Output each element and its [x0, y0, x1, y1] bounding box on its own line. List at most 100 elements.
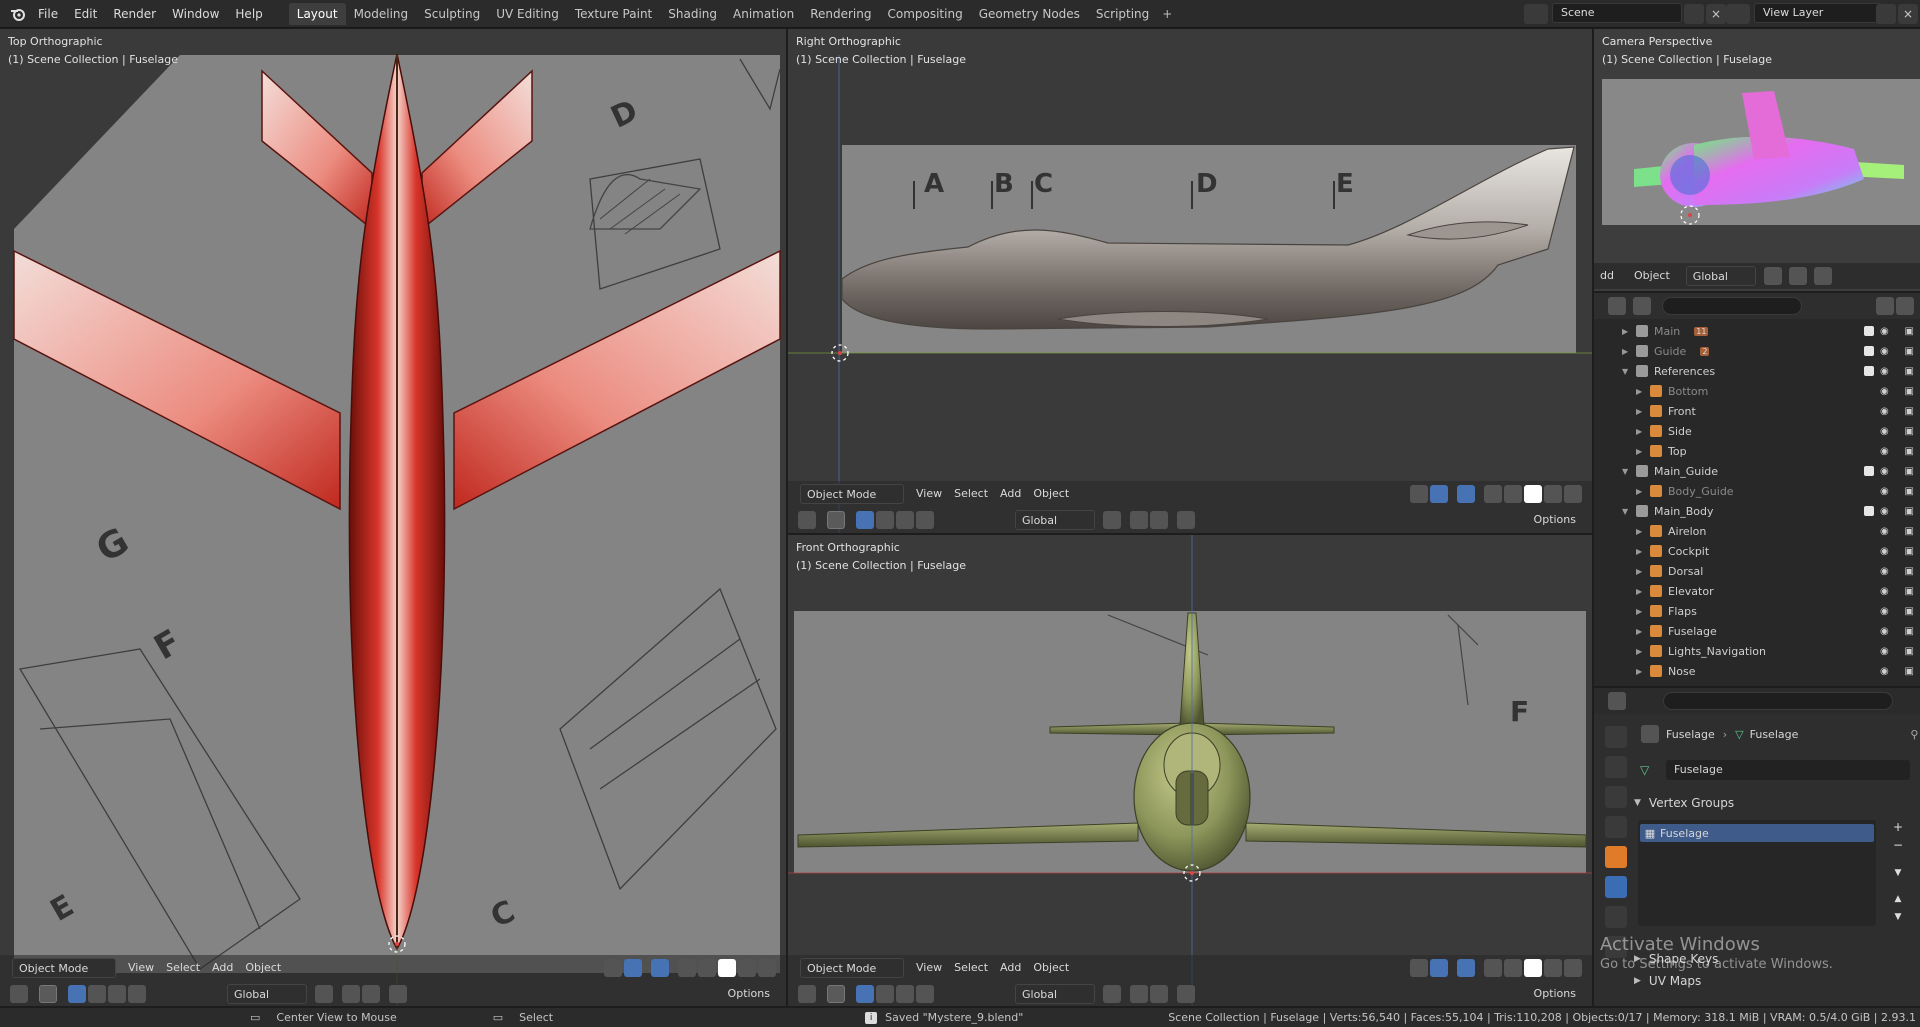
expand-arrow-icon[interactable]: ▶	[1636, 607, 1646, 616]
expand-arrow-icon[interactable]: ▶	[1636, 407, 1646, 416]
shading-material-icon[interactable]	[1544, 485, 1562, 503]
camera-icon[interactable]: ▣	[1905, 566, 1914, 577]
camera-icon[interactable]: ▣	[1905, 666, 1914, 677]
orientation-dropdown[interactable]: Global	[1685, 266, 1756, 286]
eye-icon[interactable]: ◉	[1880, 506, 1889, 517]
exclude-checkbox[interactable]	[1864, 366, 1874, 376]
select-tool-icon[interactable]	[827, 511, 845, 529]
eye-icon[interactable]: ◉	[1880, 466, 1889, 477]
eye-icon[interactable]: ◉	[1880, 326, 1889, 337]
shading-rendered-icon[interactable]	[1564, 959, 1582, 977]
viewport-right[interactable]: A B C D E Right Orthographic (1) Scene C…	[788, 29, 1592, 533]
eye-icon[interactable]: ◉	[1880, 346, 1889, 357]
pin-icon[interactable]: ⚲	[1910, 728, 1918, 741]
exclude-checkbox[interactable]	[1864, 326, 1874, 336]
select-mode-new-icon[interactable]	[68, 985, 86, 1003]
menu-select[interactable]: Select	[948, 484, 994, 504]
select-mode-intersect-icon[interactable]	[916, 985, 934, 1003]
object-tab-icon[interactable]	[1605, 846, 1627, 868]
overlay-icon[interactable]	[651, 959, 669, 977]
outliner-item-guide[interactable]: ▶ Guide 2 ◉ ▣	[1594, 341, 1920, 361]
expand-arrow-icon[interactable]: ▶	[1636, 447, 1646, 456]
tab-scripting[interactable]: Scripting	[1088, 3, 1157, 25]
eye-icon[interactable]: ◉	[1880, 566, 1889, 577]
move-down-icon[interactable]: ▼	[1888, 912, 1908, 930]
eye-icon[interactable]: ◉	[1880, 486, 1889, 497]
eye-icon[interactable]: ◉	[1880, 606, 1889, 617]
camera-icon[interactable]: ▣	[1905, 406, 1914, 417]
pivot-icon[interactable]	[1103, 511, 1121, 529]
eye-icon[interactable]: ◉	[1880, 546, 1889, 557]
select-mode-intersect-icon[interactable]	[916, 511, 934, 529]
uv-maps-panel-header[interactable]: ▶ UV Maps	[1634, 972, 1701, 990]
tool-settings-icon[interactable]	[798, 985, 816, 1003]
scene-selector-icon[interactable]	[1524, 4, 1548, 24]
tab-rendering[interactable]: Rendering	[802, 3, 879, 25]
camera-icon[interactable]: ▣	[1905, 326, 1914, 337]
menu-object[interactable]: Object	[1027, 958, 1075, 978]
pivot-icon[interactable]	[315, 985, 333, 1003]
expand-arrow-icon[interactable]: ▶	[1622, 347, 1632, 356]
proportional-icon[interactable]	[1813, 267, 1832, 285]
outliner-item-lights-navigation[interactable]: ▶ Lights_Navigation ◉ ▣	[1594, 641, 1920, 661]
editor-type-icon[interactable]	[1608, 297, 1626, 315]
select-mode-extend-icon[interactable]	[876, 511, 894, 529]
tool-settings-icon[interactable]	[10, 985, 28, 1003]
pivot-icon[interactable]	[1763, 267, 1782, 285]
camera-icon[interactable]: ▣	[1905, 446, 1914, 457]
properties-search-input[interactable]	[1663, 692, 1893, 710]
menu-help[interactable]: Help	[227, 3, 270, 25]
visibility-icon[interactable]	[1410, 959, 1428, 977]
menu-add[interactable]: dd	[1594, 266, 1620, 286]
viewport-front[interactable]: F Front Orthographic (1) Scene Collectio…	[788, 535, 1592, 1006]
expand-arrow-icon[interactable]: ▶	[1636, 667, 1646, 676]
tool-tab-icon[interactable]	[1605, 726, 1627, 748]
snap-icon[interactable]	[342, 985, 360, 1003]
expand-arrow-icon[interactable]: ▶	[1636, 487, 1646, 496]
select-mode-extend-icon[interactable]	[876, 985, 894, 1003]
eye-icon[interactable]: ◉	[1880, 526, 1889, 537]
shading-solid-icon[interactable]	[1524, 485, 1542, 503]
tab-modeling[interactable]: Modeling	[346, 3, 417, 25]
shading-material-icon[interactable]	[738, 959, 756, 977]
remove-vertex-group-icon[interactable]: −	[1888, 838, 1908, 856]
exclude-checkbox[interactable]	[1864, 346, 1874, 356]
select-mode-subtract-icon[interactable]	[896, 511, 914, 529]
overlay-icon[interactable]	[1457, 485, 1475, 503]
vertex-groups-panel-header[interactable]: ▼ Vertex Groups	[1634, 792, 1734, 814]
pivot-icon[interactable]	[1103, 985, 1121, 1003]
camera-icon[interactable]: ▣	[1905, 526, 1914, 537]
render-tab-icon[interactable]	[1605, 756, 1627, 778]
display-mode-icon[interactable]	[1633, 297, 1651, 315]
tab-animation[interactable]: Animation	[725, 3, 802, 25]
select-mode-extend-icon[interactable]	[88, 985, 106, 1003]
camera-icon[interactable]: ▣	[1905, 346, 1914, 357]
snap-icon[interactable]	[1788, 267, 1807, 285]
expand-arrow-icon[interactable]: ▼	[1622, 467, 1632, 476]
overlay-icon[interactable]	[1457, 959, 1475, 977]
outliner-item-airelon[interactable]: ▶ Airelon ◉ ▣	[1594, 521, 1920, 541]
fuselage-top-model[interactable]	[0, 29, 786, 1006]
snap-target-icon[interactable]	[1150, 985, 1168, 1003]
menu-object[interactable]: Object	[239, 958, 287, 978]
mesh-data-icon[interactable]: ▽	[1640, 763, 1666, 777]
view-layer-field[interactable]: View Layer	[1754, 3, 1882, 23]
viewport-camera[interactable]: Camera Perspective (1) Scene Collection …	[1594, 29, 1920, 291]
expand-arrow-icon[interactable]: ▶	[1622, 327, 1632, 336]
outliner-item-main[interactable]: ▶ Main 11 ◉ ▣	[1594, 321, 1920, 341]
menu-view[interactable]: View	[910, 958, 948, 978]
shading-wireframe-icon[interactable]	[1504, 959, 1522, 977]
outliner-item-references[interactable]: ▼ References ◉ ▣	[1594, 361, 1920, 381]
select-tool-icon[interactable]	[39, 985, 57, 1003]
outliner-item-main-body[interactable]: ▼ Main_Body ◉ ▣	[1594, 501, 1920, 521]
view-layer-delete-icon[interactable]: ×	[1898, 4, 1918, 24]
options-dropdown[interactable]: Options	[722, 984, 776, 1004]
outliner-item-fuselage[interactable]: ▶ Fuselage ◉ ▣	[1594, 621, 1920, 641]
snap-target-icon[interactable]	[362, 985, 380, 1003]
vertex-group-specials-icon[interactable]: ▼	[1888, 868, 1908, 886]
expand-arrow-icon[interactable]: ▶	[1636, 587, 1646, 596]
view-layer-new-icon[interactable]	[1876, 4, 1896, 24]
tab-texture-paint[interactable]: Texture Paint	[567, 3, 660, 25]
expand-arrow-icon[interactable]: ▶	[1636, 647, 1646, 656]
menu-add[interactable]: Add	[994, 958, 1027, 978]
